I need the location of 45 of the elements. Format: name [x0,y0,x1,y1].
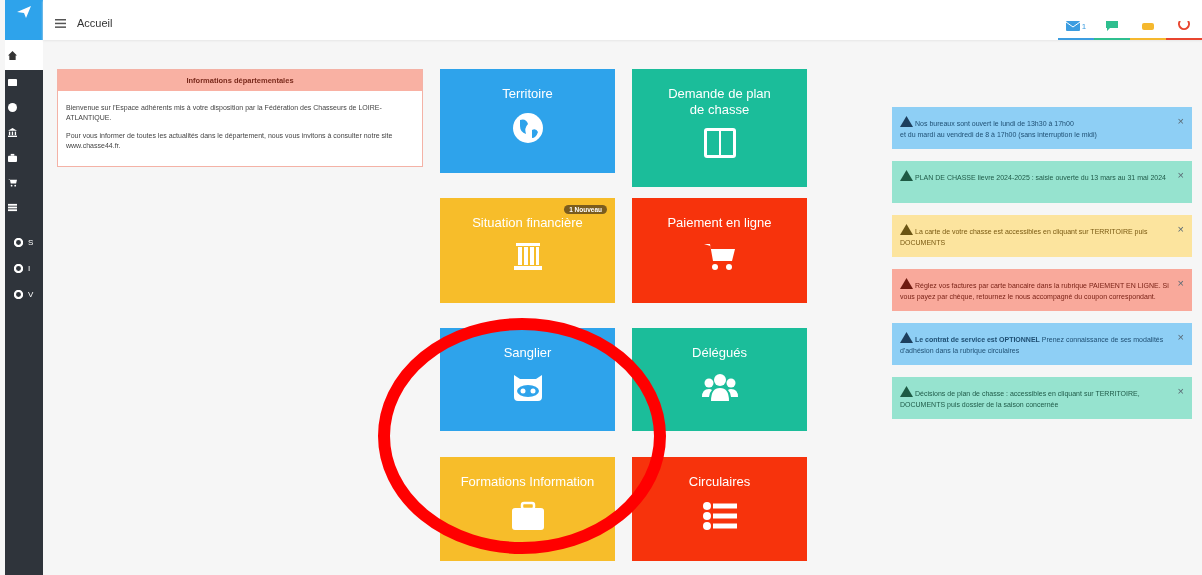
menu-tile[interactable]: Territoire [440,69,615,173]
list-icon [701,499,738,532]
paper-plane-icon [17,6,31,18]
cart-icon [8,178,17,187]
warning-icon [900,278,913,289]
warning-icon [900,170,913,181]
power-icon [1178,21,1190,31]
briefcase-icon [8,153,17,162]
page-title: Accueil [77,17,113,29]
globe-icon [8,103,17,112]
home-icon [8,50,17,60]
chat-icon [1105,21,1119,31]
sidebar-item[interactable] [5,40,43,70]
gear-icon[interactable] [14,290,23,299]
close-button[interactable]: × [1177,278,1184,289]
gear-icon[interactable] [14,264,23,273]
menu-label[interactable]: S [28,238,34,247]
menu-label[interactable]: V [28,290,34,299]
close-button[interactable]: × [1177,224,1184,235]
menu-label[interactable]: I [28,264,31,273]
mail-icon [1065,21,1080,31]
menu-tile[interactable]: Délégués [632,328,807,431]
menu-icon[interactable] [55,18,66,28]
columns-icon [8,78,17,87]
warning-icon [900,332,913,343]
columns-icon [701,127,738,160]
close-button[interactable]: × [1177,170,1184,181]
count-label: 1 [1081,21,1087,31]
close-button[interactable]: × [1177,116,1184,127]
menu-tile[interactable]: Circulaires [632,457,807,561]
gear-icon[interactable] [14,238,23,247]
logo-tile[interactable] [5,0,43,40]
close-button[interactable]: × [1177,332,1184,343]
bank-icon [8,128,17,137]
menu-tile[interactable]: Paiement en ligne [632,198,807,303]
note-icon [1142,22,1154,30]
warning-icon [900,224,913,235]
menu-tile[interactable]: Demande de plan de chasse [632,69,807,187]
warning-icon [900,386,913,397]
menu-tile[interactable]: Sanglier [440,328,615,431]
mail-button[interactable]: 1 [1058,14,1094,40]
briefcase-icon [509,499,546,532]
close-button[interactable]: × [1177,386,1184,397]
warning-icon [900,116,913,127]
list-icon [8,203,17,212]
